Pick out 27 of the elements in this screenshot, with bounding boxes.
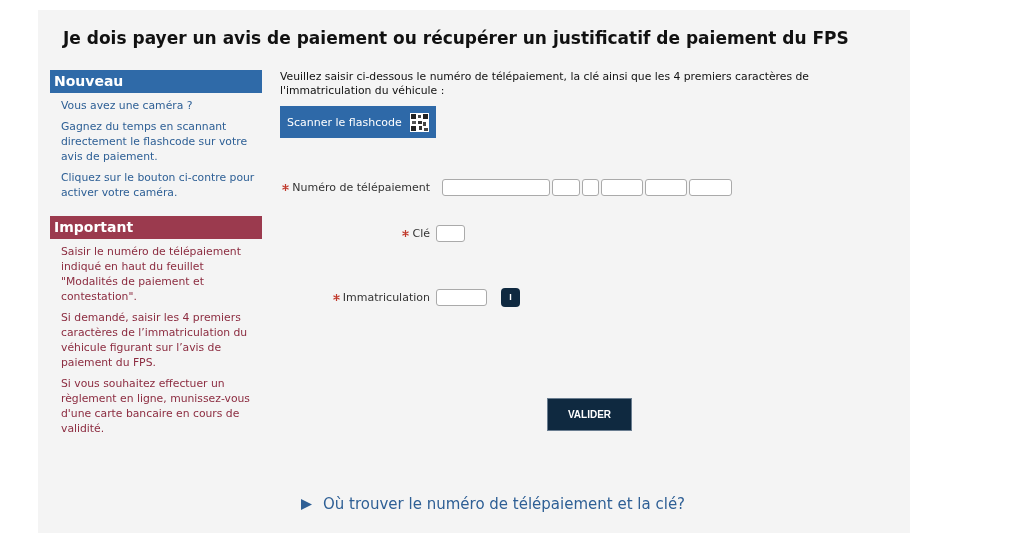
field-label: Numéro de télépaiement bbox=[292, 180, 430, 194]
field-label: Immatriculation bbox=[342, 290, 430, 304]
input-field[interactable] bbox=[442, 178, 550, 196]
info-paragraph: Cliquez sur le bouton ci-contre pour activer votre caméra. bbox=[61, 170, 256, 200]
page-title: Je dois payer un avis de paiement ou récupérer un justificatif de paiement du FPS bbox=[63, 28, 850, 48]
section-heading: Important bbox=[50, 216, 262, 239]
intro-text: Veuillez saisir ci-dessous le numéro de télépaiement, la clé ainsi que les 4 premiers caractères de l'immatriculation du véhicule : bbox=[280, 70, 810, 98]
help-link[interactable]: Où trouver le numéro de télépaiement et la clé? bbox=[301, 495, 892, 513]
input-field[interactable] bbox=[689, 178, 732, 196]
info-button[interactable]: I bbox=[501, 287, 520, 307]
qr-code-icon bbox=[409, 112, 429, 132]
info-paragraph: Si demandé, saisir les 4 premiers caractères de l’immatriculation du véhicule figurant sur l’avis de paiement du FPS. bbox=[61, 310, 249, 370]
input-field[interactable] bbox=[552, 178, 580, 196]
info-paragraph: Si vous souhaitez effectuer un règlement en ligne, munissez-vous d'une carte bancaire en cours de validité. bbox=[61, 376, 251, 436]
section-heading: Nouveau bbox=[50, 70, 262, 93]
info-paragraph: Saisir le numéro de télépaiement indiqué en haut du feuillet "Modalités de paiement et contestation". bbox=[61, 244, 242, 304]
input-field[interactable] bbox=[436, 288, 487, 306]
field-label: Clé bbox=[412, 226, 430, 240]
triangle-icon bbox=[301, 498, 312, 510]
scan-flashcode-button[interactable]: Scanner le flashcode bbox=[280, 106, 436, 138]
input-field[interactable] bbox=[601, 178, 643, 196]
info-paragraph: Gagnez du temps en scannant directement le flashcode sur votre avis de paiement. bbox=[61, 119, 249, 164]
submit-button[interactable]: VALIDER bbox=[547, 398, 632, 431]
input-field[interactable] bbox=[436, 224, 465, 242]
input-field[interactable] bbox=[645, 178, 687, 196]
info-paragraph: Vous avez une caméra ? bbox=[61, 98, 194, 113]
input-field[interactable] bbox=[582, 178, 599, 196]
